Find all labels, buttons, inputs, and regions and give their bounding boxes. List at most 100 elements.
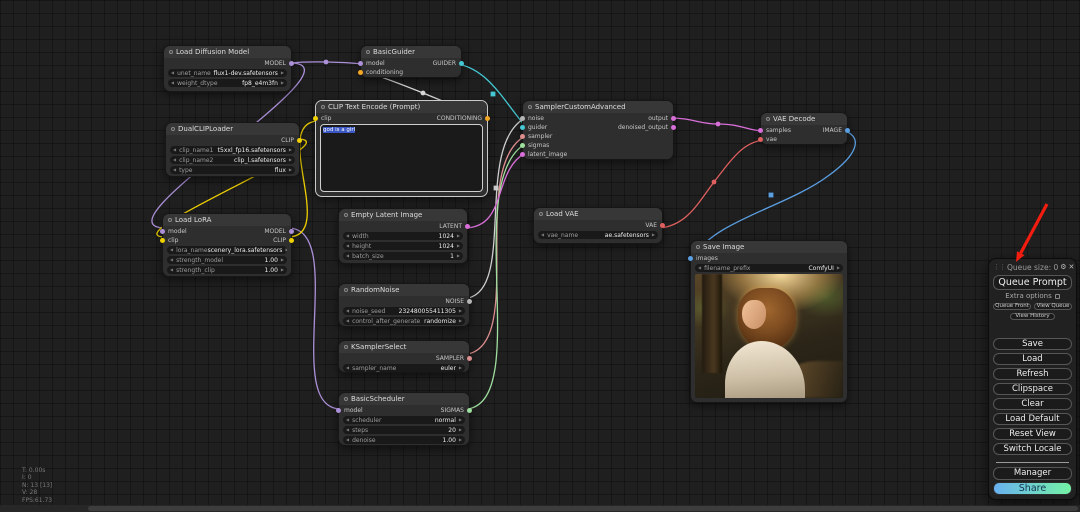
decrement-arrow-icon[interactable]: ◀ (346, 244, 349, 248)
output-slot-output[interactable]: output (618, 114, 676, 123)
decrement-arrow-icon[interactable]: ◀ (346, 438, 349, 442)
decrement-arrow-icon[interactable]: ◀ (173, 158, 176, 162)
widget-weight_dtype[interactable]: ◀ weight_dtype fp8_e4m3fn ▶ (168, 79, 287, 87)
output-dot-IMAGE[interactable] (845, 128, 850, 133)
output-slot-MODEL[interactable]: MODEL (264, 59, 294, 68)
widget-scheduler[interactable]: ◀ scheduler normal ▶ (343, 416, 465, 424)
node-title-bar[interactable]: BasicScheduler (339, 393, 469, 405)
output-dot-MODEL[interactable] (289, 229, 294, 234)
decrement-arrow-icon[interactable]: ◀ (541, 233, 544, 237)
input-dot-guider[interactable] (520, 125, 525, 130)
increment-arrow-icon[interactable]: ▶ (285, 248, 287, 252)
output-dot-MODEL[interactable] (289, 61, 294, 66)
increment-arrow-icon[interactable]: ▶ (459, 366, 462, 370)
increment-arrow-icon[interactable]: ▶ (459, 418, 462, 422)
collapse-icon[interactable] (344, 397, 348, 401)
queue-front-button[interactable]: Queue Front (993, 302, 1031, 310)
node-dual-clip-loader[interactable]: DualCLIPLoader CLIP ◀ clip_name1 t5xxl_fp16.… (165, 122, 302, 177)
widget-lora_name[interactable]: ◀ lora_name scenery_lora.safetensors ▶ (167, 246, 287, 254)
output-dot-LATENT[interactable] (465, 224, 470, 229)
output-dot-denoised_output[interactable] (671, 125, 676, 130)
node-vae-decode[interactable]: VAE Decode samples vae IMAGE (758, 112, 850, 145)
node-title-bar[interactable]: Save Image (691, 241, 847, 253)
increment-arrow-icon[interactable]: ▶ (281, 268, 284, 272)
decrement-arrow-icon[interactable]: ◀ (170, 268, 173, 272)
input-slot-clip[interactable]: clip (160, 236, 187, 245)
input-slot-sigmas[interactable]: sigmas (520, 141, 567, 150)
node-basic-guider[interactable]: BasicGuider model conditioning GUIDER (358, 45, 464, 78)
widget-clip_name2[interactable]: ◀ clip_name2 clip_l.safetensors ▶ (170, 156, 295, 164)
output-dot-GUIDER[interactable] (459, 61, 464, 66)
output-slot-MODEL[interactable]: MODEL (264, 227, 294, 236)
menu-button-load-default[interactable]: Load Default (993, 412, 1072, 425)
input-slot-model[interactable]: model (358, 59, 403, 68)
node-load-lora[interactable]: Load LoRA model clip MODEL CLIP ◀ lora_name sce… (160, 213, 294, 277)
menu-button-switch-locale[interactable]: Switch Locale (993, 442, 1072, 455)
manager-button[interactable]: Manager (993, 467, 1072, 480)
increment-arrow-icon[interactable]: ▶ (652, 233, 655, 237)
output-slot-GUIDER[interactable]: GUIDER (433, 59, 464, 68)
menu-button-reset-view[interactable]: Reset View (993, 427, 1072, 440)
decrement-arrow-icon[interactable]: ◀ (173, 148, 176, 152)
increment-arrow-icon[interactable]: ▶ (457, 254, 460, 258)
increment-arrow-icon[interactable]: ▶ (459, 428, 462, 432)
input-dot-samples[interactable] (758, 128, 763, 133)
widget-sampler_name[interactable]: ◀ sampler_name euler ▶ (343, 364, 465, 372)
prompt-textarea[interactable]: god is a girl (320, 124, 483, 192)
output-dot-output[interactable] (671, 116, 676, 121)
collapse-icon[interactable] (171, 127, 175, 131)
input-dot-model[interactable] (160, 229, 165, 234)
collapse-icon[interactable] (766, 117, 770, 121)
collapse-icon[interactable] (344, 213, 348, 217)
increment-arrow-icon[interactable]: ▶ (459, 309, 462, 313)
queue-prompt-button[interactable]: Queue Prompt (993, 274, 1072, 290)
decrement-arrow-icon[interactable]: ◀ (346, 254, 349, 258)
increment-arrow-icon[interactable]: ▶ (457, 234, 460, 238)
node-ksampler-select[interactable]: KSamplerSelect SAMPLER ◀ sampler_name euler ▶ (338, 340, 472, 373)
collapse-icon[interactable] (344, 288, 348, 292)
output-slot-IMAGE[interactable]: IMAGE (823, 126, 850, 135)
widget-control_after_generate[interactable]: ◀ control_after_generate randomize ▶ (343, 317, 465, 325)
input-dot-model[interactable] (336, 408, 341, 413)
node-title-bar[interactable]: SamplerCustomAdvanced (523, 101, 673, 113)
extra-options-checkbox[interactable] (1054, 293, 1060, 299)
node-clip-text-encode[interactable]: CLIP Text Encode (Prompt) clip CONDITIONIN… (313, 100, 490, 197)
increment-arrow-icon[interactable]: ▶ (837, 266, 840, 270)
input-dot-latent_image[interactable] (520, 152, 525, 157)
node-title-bar[interactable]: Load Diffusion Model (164, 46, 291, 58)
node-save-image[interactable]: Save Image images ◀ filename_prefix ComfyUI ▶ (688, 240, 848, 403)
widget-height[interactable]: ◀ height 1024 ▶ (343, 242, 463, 250)
view-history-button[interactable]: View History (1009, 312, 1056, 320)
output-slot-SIGMAS[interactable]: SIGMAS (441, 406, 472, 415)
decrement-arrow-icon[interactable]: ◀ (173, 168, 176, 172)
widget-strength_clip[interactable]: ◀ strength_clip 1.00 ▶ (167, 266, 287, 274)
menu-button-clipspace[interactable]: Clipspace (993, 382, 1072, 395)
output-dot-VAE[interactable] (660, 223, 665, 228)
decrement-arrow-icon[interactable]: ◀ (346, 319, 349, 323)
input-slot-clip[interactable]: clip (313, 114, 331, 123)
input-slot-sampler[interactable]: sampler (520, 132, 567, 141)
input-slot-images[interactable]: images (688, 254, 718, 263)
input-dot-clip[interactable] (160, 238, 165, 243)
output-dot-SAMPLER[interactable] (467, 356, 472, 361)
node-title-bar[interactable]: VAE Decode (761, 113, 847, 125)
widget-filename_prefix[interactable]: ◀ filename_prefix ComfyUI ▶ (695, 264, 843, 272)
close-icon[interactable]: ✕ (1069, 263, 1075, 271)
output-slot-CLIP[interactable]: CLIP (281, 136, 302, 145)
increment-arrow-icon[interactable]: ▶ (289, 148, 292, 152)
decrement-arrow-icon[interactable]: ◀ (170, 258, 173, 262)
collapse-icon[interactable] (539, 212, 543, 216)
input-dot-noise[interactable] (520, 116, 525, 121)
input-dot-images[interactable] (688, 256, 693, 261)
decrement-arrow-icon[interactable]: ◀ (346, 418, 349, 422)
node-title-bar[interactable]: Empty Latent Image (339, 209, 467, 221)
menu-button-save[interactable]: Save (993, 337, 1072, 350)
node-random-noise[interactable]: RandomNoise NOISE ◀ noise_seed 2324800554113… (338, 283, 472, 327)
output-slot-LATENT[interactable]: LATENT (439, 222, 470, 231)
input-dot-model[interactable] (358, 61, 363, 66)
decrement-arrow-icon[interactable]: ◀ (346, 234, 349, 238)
decrement-arrow-icon[interactable]: ◀ (170, 248, 173, 252)
output-dot-NOISE[interactable] (467, 299, 472, 304)
node-title-bar[interactable]: RandomNoise (339, 284, 469, 296)
decrement-arrow-icon[interactable]: ◀ (171, 71, 174, 75)
